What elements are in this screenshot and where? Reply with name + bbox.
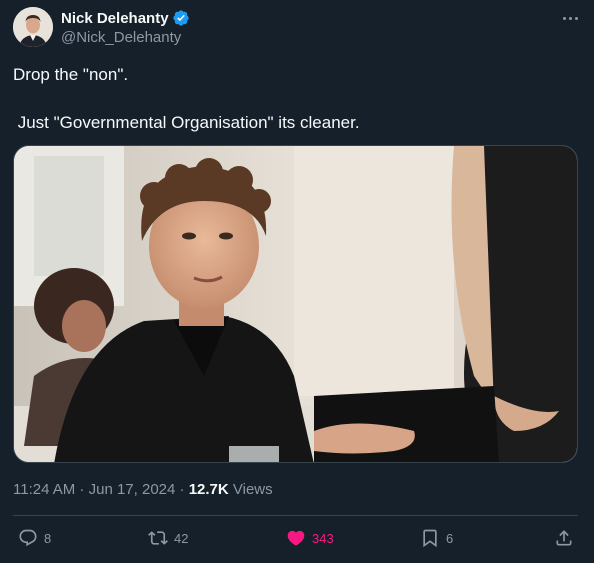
post-text-line-2: Just "Governmental Organisation" its cle… — [13, 113, 360, 132]
post-meta: 11:24 AM · Jun 17, 2024 · 12.7K Views — [13, 481, 273, 498]
post-date[interactable]: Jun 17, 2024 — [89, 481, 176, 498]
tweet: Nick Delehanty @Nick_Delehanty Drop the … — [0, 0, 594, 563]
divider — [13, 515, 578, 516]
avatar[interactable] — [13, 7, 53, 47]
repost-button[interactable]: 42 — [148, 528, 188, 548]
reply-button[interactable]: 8 — [18, 528, 51, 548]
like-count: 343 — [312, 530, 334, 546]
more-options-icon[interactable] — [558, 8, 582, 28]
repost-icon — [148, 531, 168, 545]
author-handle[interactable]: @Nick_Delehanty — [61, 29, 181, 46]
views-label: Views — [228, 481, 273, 498]
bookmark-count: 6 — [446, 530, 454, 546]
author-display-name[interactable]: Nick Delehanty — [61, 10, 169, 27]
bookmark-button[interactable]: 6 — [420, 528, 453, 548]
repost-count: 42 — [174, 530, 189, 546]
views-count[interactable]: 12.7K — [189, 481, 229, 498]
author-name-row[interactable]: Nick Delehanty — [61, 9, 190, 27]
share-button[interactable] — [554, 528, 574, 548]
meta-separator: · — [75, 481, 89, 498]
share-icon — [556, 530, 572, 546]
meta-separator: · — [175, 481, 189, 498]
post-image[interactable] — [13, 145, 578, 463]
post-time[interactable]: 11:24 AM — [13, 481, 75, 498]
verified-badge-icon — [172, 9, 190, 27]
bookmark-icon — [423, 529, 437, 548]
reply-count: 8 — [44, 530, 52, 546]
heart-filled-icon — [287, 530, 305, 546]
like-button[interactable]: 343 — [286, 528, 334, 548]
reply-icon — [19, 529, 37, 547]
post-text-line-1: Drop the "non". — [13, 65, 129, 84]
